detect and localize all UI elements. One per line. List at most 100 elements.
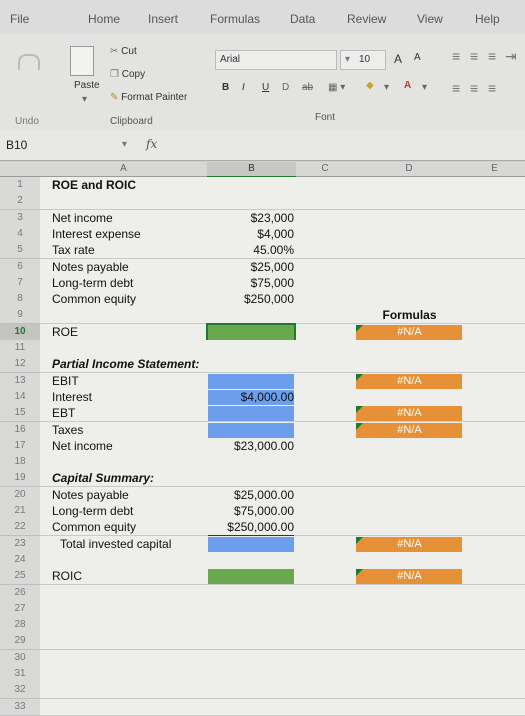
- row-header[interactable]: 1: [0, 177, 40, 194]
- row-header[interactable]: 4: [0, 225, 40, 243]
- double-underline-icon[interactable]: D: [282, 82, 289, 93]
- row-header[interactable]: 12: [0, 356, 40, 374]
- cell-value[interactable]: $23,000.00: [208, 438, 294, 455]
- row-header[interactable]: 28: [0, 617, 40, 635]
- formulas-heading[interactable]: Formulas: [357, 307, 462, 323]
- cell-label[interactable]: Net income: [52, 438, 113, 454]
- row-header[interactable]: 18: [0, 454, 40, 472]
- cell-label[interactable]: Notes payable: [52, 487, 129, 503]
- row-header[interactable]: 31: [0, 666, 40, 683]
- formula-result[interactable]: #N/A: [357, 422, 462, 438]
- shrink-font-button[interactable]: A: [414, 52, 421, 63]
- row-header[interactable]: 29: [0, 633, 40, 651]
- cell-value[interactable]: $250,000: [208, 291, 294, 307]
- cell-label[interactable]: EBT: [52, 405, 75, 421]
- row-header[interactable]: 9: [0, 307, 40, 325]
- row-header[interactable]: 21: [0, 503, 40, 520]
- row-header[interactable]: 22: [0, 519, 40, 537]
- row-header[interactable]: 24: [0, 551, 40, 569]
- undo-icon[interactable]: [18, 54, 40, 70]
- row-header[interactable]: 20: [0, 486, 40, 504]
- cell-label[interactable]: Notes payable: [52, 259, 129, 275]
- formula-result[interactable]: #N/A: [357, 373, 462, 389]
- cell-label[interactable]: ROE: [52, 324, 78, 340]
- row-header[interactable]: 11: [0, 340, 40, 357]
- cell-label[interactable]: Common equity: [52, 519, 136, 535]
- cell-label[interactable]: Interest expense: [52, 226, 141, 242]
- cell-label[interactable]: Partial Income Statement:: [52, 356, 199, 372]
- fill-color-dropdown-icon[interactable]: ▾: [384, 82, 389, 93]
- selected-cell-b10[interactable]: [206, 322, 296, 342]
- name-box[interactable]: B10: [6, 136, 106, 153]
- row-header[interactable]: 13: [0, 372, 40, 390]
- row-header[interactable]: 33: [0, 698, 40, 716]
- undo-label[interactable]: Undo: [15, 116, 39, 127]
- row-header[interactable]: 6: [0, 258, 40, 276]
- cell-label[interactable]: Interest: [52, 389, 92, 405]
- column-header-b[interactable]: B: [207, 162, 297, 178]
- align-top-icon[interactable]: ≡: [452, 48, 460, 64]
- select-all-corner[interactable]: [0, 162, 41, 177]
- strikethrough-icon[interactable]: ab: [302, 82, 313, 93]
- row-header[interactable]: 14: [0, 388, 40, 406]
- name-box-dropdown-icon[interactable]: ▾: [122, 139, 127, 150]
- copy-button[interactable]: ❐ Copy: [110, 69, 145, 80]
- input-cell[interactable]: [208, 422, 294, 438]
- tab-review[interactable]: Review: [347, 12, 386, 26]
- cell-value[interactable]: $75,000.00: [208, 503, 294, 519]
- cell-label[interactable]: Common equity: [52, 291, 136, 307]
- align-left-icon[interactable]: ≡: [452, 80, 460, 96]
- formula-result[interactable]: #N/A: [357, 568, 462, 584]
- row-header[interactable]: 23: [0, 535, 40, 553]
- formula-result[interactable]: #N/A: [357, 405, 462, 421]
- align-right-icon[interactable]: ≡: [488, 80, 496, 96]
- cell-label[interactable]: EBIT: [52, 373, 79, 389]
- cell-label[interactable]: Long-term debt: [52, 503, 133, 519]
- input-cell[interactable]: [208, 373, 294, 389]
- tab-formulas[interactable]: Formulas: [210, 12, 260, 26]
- column-header-e[interactable]: E: [464, 162, 525, 177]
- font-color-icon[interactable]: A: [404, 80, 411, 91]
- cell-label[interactable]: Capital Summary:: [52, 470, 154, 486]
- formula-result[interactable]: #N/A: [357, 324, 462, 340]
- font-size-select[interactable]: ▾ 10: [340, 50, 386, 70]
- row-header[interactable]: 5: [0, 242, 40, 260]
- font-name-select[interactable]: Arial: [215, 50, 337, 70]
- cell-value[interactable]: $25,000.00: [208, 487, 294, 503]
- cell-label[interactable]: Total invested capital: [60, 536, 171, 552]
- cell-label[interactable]: Net income: [52, 210, 113, 226]
- row-header[interactable]: 10: [0, 323, 40, 341]
- align-middle-icon[interactable]: ≡: [470, 48, 478, 64]
- row-header[interactable]: 17: [0, 437, 40, 455]
- fx-icon[interactable]: fx: [146, 137, 157, 151]
- row-header[interactable]: 25: [0, 568, 40, 586]
- cell-value[interactable]: 45.00%: [208, 242, 294, 258]
- tab-data[interactable]: Data: [290, 12, 315, 26]
- row-header[interactable]: 26: [0, 584, 40, 602]
- paste-dropdown-icon[interactable]: ▾: [82, 94, 87, 105]
- row-header[interactable]: 7: [0, 274, 40, 292]
- bold-button[interactable]: B: [222, 82, 229, 93]
- tab-file[interactable]: File: [10, 12, 29, 26]
- input-cell[interactable]: [208, 569, 294, 585]
- tab-help[interactable]: Help: [475, 12, 500, 26]
- row-header[interactable]: 2: [0, 193, 40, 211]
- row-header[interactable]: 32: [0, 682, 40, 700]
- row-header[interactable]: 16: [0, 421, 40, 439]
- row-header[interactable]: 27: [0, 600, 40, 618]
- paste-button[interactable]: Paste: [74, 80, 100, 91]
- column-header-a[interactable]: A: [40, 162, 208, 177]
- cell-label[interactable]: Tax rate: [52, 242, 95, 258]
- row-header[interactable]: 3: [0, 209, 40, 227]
- font-color-dropdown-icon[interactable]: ▾: [422, 82, 427, 93]
- cell-value[interactable]: $25,000: [208, 259, 294, 275]
- paste-icon[interactable]: [70, 46, 94, 76]
- cell-label[interactable]: Taxes: [52, 422, 83, 438]
- wrap-text-icon[interactable]: ⇥: [505, 48, 517, 65]
- cell-label[interactable]: ROE and ROIC: [52, 177, 136, 193]
- cell-value[interactable]: $75,000: [208, 275, 294, 291]
- cell-value[interactable]: $250,000.00: [208, 519, 294, 537]
- align-center-icon[interactable]: ≡: [470, 80, 478, 96]
- input-cell[interactable]: [208, 406, 294, 422]
- input-cell[interactable]: [208, 536, 294, 552]
